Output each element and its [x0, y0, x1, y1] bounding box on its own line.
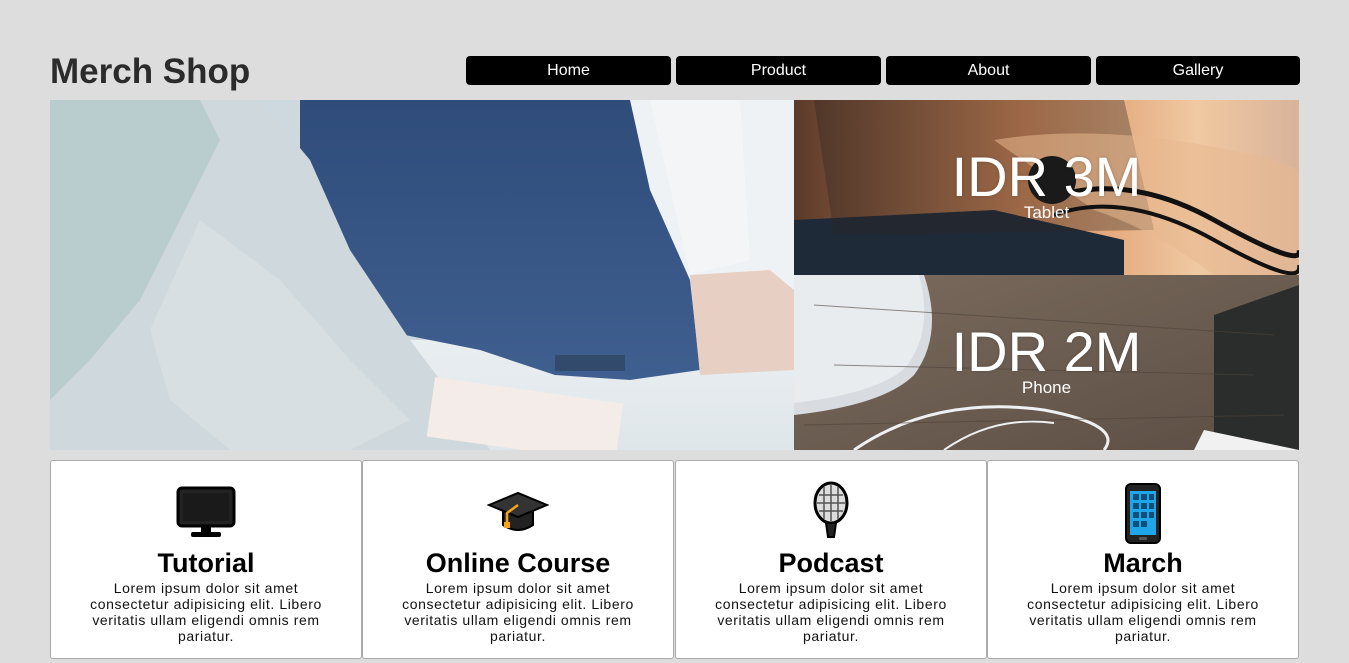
- card-description: Lorem ipsum dolor sit amet consectetur a…: [90, 580, 322, 644]
- nav-gallery-button[interactable]: Gallery: [1096, 56, 1300, 85]
- card-online-course[interactable]: Online Course Lorem ipsum dolor sit amet…: [362, 460, 674, 659]
- promo-label: Tablet: [1023, 203, 1070, 222]
- promo-phone-text: IDR 2M Phone: [794, 322, 1299, 398]
- graduation-cap-icon: [363, 485, 673, 547]
- card-description: Lorem ipsum dolor sit amet consectetur a…: [715, 580, 947, 644]
- card-title: Tutorial: [157, 548, 255, 578]
- computer-monitor-icon: [51, 485, 361, 547]
- microphone-icon: [676, 481, 986, 547]
- service-cards: Tutorial Lorem ipsum dolor sit amet cons…: [50, 460, 1299, 659]
- mobile-phone-icon: [988, 483, 1298, 547]
- nav-product-button[interactable]: Product: [676, 56, 881, 85]
- promo-label: Phone: [1021, 378, 1072, 397]
- promo-phone-card[interactable]: IDR 2M Phone: [794, 275, 1299, 450]
- card-podcast[interactable]: Podcast Lorem ipsum dolor sit amet conse…: [675, 460, 987, 659]
- hero-main-image: [50, 100, 794, 450]
- promo-tablet-text: IDR 3M Tablet: [794, 147, 1299, 223]
- nav-about-button[interactable]: About: [886, 56, 1091, 85]
- card-march[interactable]: March Lorem ipsum dolor sit amet consect…: [987, 460, 1299, 659]
- card-title: Online Course: [425, 548, 611, 578]
- card-title: Podcast: [778, 548, 884, 578]
- nav-home-button[interactable]: Home: [466, 56, 671, 85]
- card-description: Lorem ipsum dolor sit amet consectetur a…: [402, 580, 634, 644]
- card-tutorial[interactable]: Tutorial Lorem ipsum dolor sit amet cons…: [50, 460, 362, 659]
- hero-section: IDR 3M Tablet IDR 2M Phone: [50, 100, 1299, 450]
- promo-price: IDR 2M: [951, 320, 1142, 383]
- main-nav: Home Product About Gallery: [466, 56, 1300, 85]
- card-description: Lorem ipsum dolor sit amet consectetur a…: [1027, 580, 1259, 644]
- card-title: March: [1103, 548, 1183, 578]
- site-header: Merch Shop Home Product About Gallery: [50, 50, 1300, 92]
- brand-logo-text[interactable]: Merch Shop: [50, 52, 250, 92]
- business-meeting-photo: [50, 100, 794, 450]
- promo-tablet-card[interactable]: IDR 3M Tablet: [794, 100, 1299, 275]
- promo-price: IDR 3M: [951, 145, 1142, 208]
